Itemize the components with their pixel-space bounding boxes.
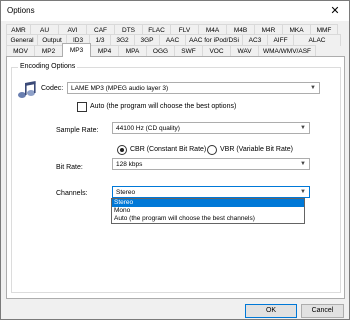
chevron-down-icon: ▼ <box>300 189 306 195</box>
cbr-label: CBR (Constant Bit Rate) <box>130 146 207 153</box>
radio-selected-dot <box>120 148 124 152</box>
codec-select[interactable]: LAME MP3 (MPEG audio layer 3) ▼ <box>67 82 320 94</box>
channels-select[interactable]: Stereo ▼ <box>112 186 310 198</box>
channels-dropdown-list: Stereo Mono Auto (the program will choos… <box>111 198 305 224</box>
cancel-button[interactable]: Cancel <box>301 304 344 318</box>
bitrate-value: 128 kbps <box>116 161 143 168</box>
bitrate-label: Bit Rate: <box>56 164 83 171</box>
music-notes-icon <box>18 81 36 98</box>
auto-options-checkbox[interactable] <box>77 102 87 112</box>
ok-button[interactable]: OK <box>245 304 297 318</box>
codec-label: Codec: <box>41 85 64 92</box>
cbr-radio[interactable] <box>117 145 127 155</box>
chevron-down-icon: ▼ <box>310 85 316 91</box>
channels-value: Stereo <box>116 189 136 196</box>
channels-option-mono[interactable]: Mono <box>112 207 304 215</box>
group-label: Encoding Options <box>18 63 78 70</box>
mp3-tab-panel: Encoding Options Codec: LAME MP3 (MPEG a… <box>6 56 345 299</box>
sample-rate-value: 44100 Hz (CD quality) <box>116 125 180 132</box>
chevron-down-icon: ▼ <box>300 161 306 167</box>
channels-option-auto[interactable]: Auto (the program will choose the best c… <box>112 215 304 223</box>
sample-rate-label: Sample Rate: <box>56 127 99 134</box>
close-icon[interactable]: ✕ <box>327 4 343 18</box>
bitrate-select[interactable]: 128 kbps ▼ <box>112 158 310 170</box>
title-bar: Options ✕ <box>1 1 349 21</box>
tab-mp3[interactable]: MP3 <box>62 43 91 57</box>
chevron-down-icon: ▼ <box>300 125 306 131</box>
options-window: Options ✕ AMR AU AVI CAF DTS FLAC FLV M4… <box>0 0 350 320</box>
window-title: Options <box>7 6 35 15</box>
codec-value: LAME MP3 (MPEG audio layer 3) <box>71 85 169 92</box>
encoding-options-group: Encoding Options <box>11 63 341 293</box>
sample-rate-select[interactable]: 44100 Hz (CD quality) ▼ <box>112 122 310 134</box>
auto-options-label: Auto (the program will choose the best o… <box>90 103 237 110</box>
channels-option-stereo[interactable]: Stereo <box>112 199 304 207</box>
channels-label: Channels: <box>56 190 88 197</box>
vbr-radio[interactable] <box>207 145 217 155</box>
vbr-label: VBR (Variable Bit Rate) <box>220 146 294 153</box>
